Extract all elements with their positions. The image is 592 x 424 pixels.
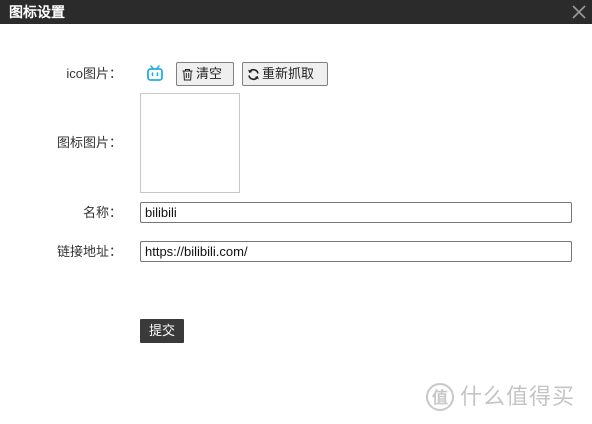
close-icon[interactable] <box>570 3 588 21</box>
name-label: 名称： <box>82 205 122 220</box>
clear-label: 清空 <box>196 66 223 81</box>
url-label: 链接地址： <box>56 244 122 259</box>
name-input[interactable] <box>140 202 572 223</box>
dialog-title: 图标设置 <box>9 4 65 20</box>
bilibili-tv-icon <box>146 64 164 82</box>
watermark-logo: 值 什么值得买 <box>424 382 582 412</box>
ico-label: ico图片： <box>66 66 122 81</box>
url-input[interactable] <box>140 241 572 262</box>
clear-button[interactable]: 清空 <box>176 62 234 86</box>
refetch-button[interactable]: 重新抓取 <box>242 62 328 86</box>
refresh-icon <box>248 68 259 80</box>
svg-text:值: 值 <box>432 388 448 407</box>
dialog-titlebar: 图标设置 <box>0 0 592 24</box>
trash-icon <box>182 68 193 80</box>
svg-text:什么值得买: 什么值得买 <box>460 385 575 410</box>
icon-image-preview[interactable] <box>140 93 240 193</box>
refetch-label: 重新抓取 <box>262 66 315 81</box>
icon-image-label: 图标图片： <box>56 135 122 150</box>
submit-button[interactable]: 提交 <box>140 319 184 343</box>
